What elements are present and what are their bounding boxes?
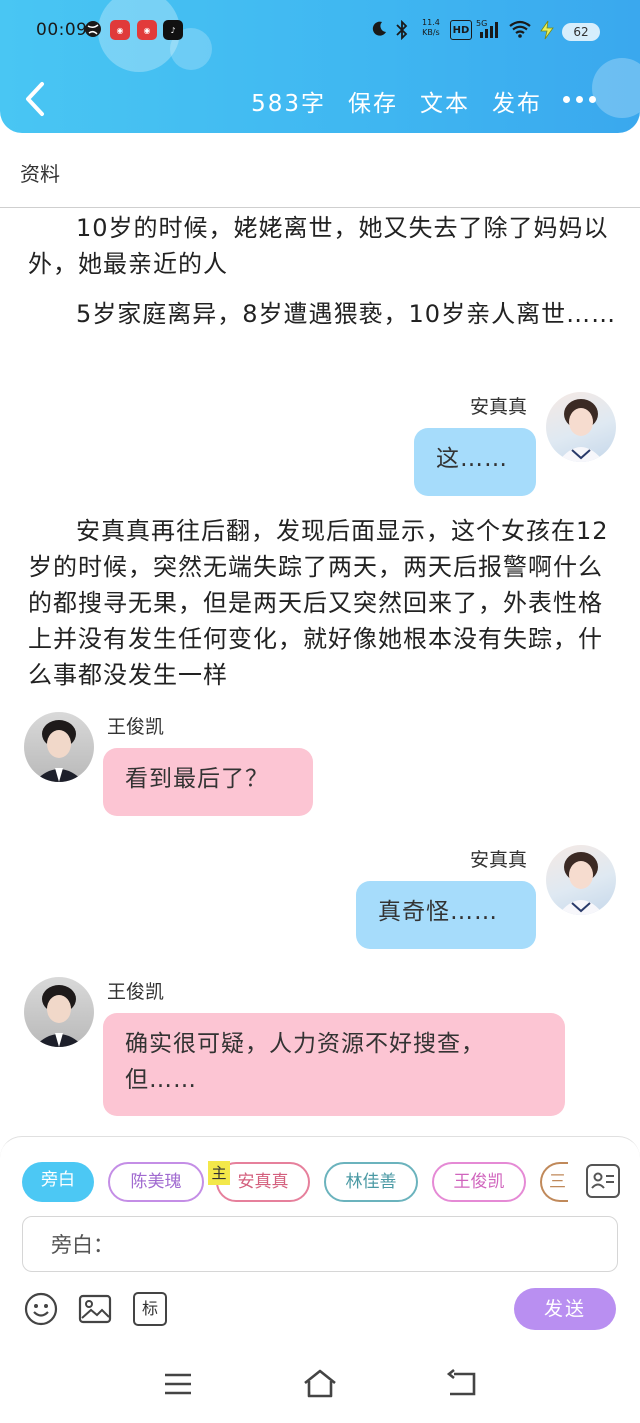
speaker-name: 安真真	[470, 396, 528, 418]
speaker-avatar[interactable]	[546, 845, 616, 915]
wifi-icon	[508, 20, 532, 38]
narration-text[interactable]: 5岁家庭离异，8岁遭遇猥亵，10岁亲人离世……	[28, 296, 618, 332]
editor-toolbar: 583字 保存 文本 发布	[251, 84, 542, 118]
home-icon[interactable]	[302, 1368, 338, 1400]
role-chip[interactable]: 安真真	[216, 1162, 310, 1202]
tag-button[interactable]: 标	[133, 1292, 167, 1326]
emoji-icon[interactable]	[24, 1292, 58, 1326]
main-character-tag: 主	[208, 1161, 230, 1185]
status-time: 00:09	[36, 20, 88, 40]
app-notification-icon: ◉	[137, 20, 157, 40]
app-notification-icon: ◉	[110, 20, 130, 40]
chat-bubble-right[interactable]: 这……	[414, 428, 536, 496]
bluetooth-icon	[394, 20, 410, 40]
divider	[0, 207, 640, 208]
chat-bubble-right[interactable]: 真奇怪……	[356, 881, 536, 949]
save-button[interactable]: 保存	[348, 84, 398, 118]
image-icon[interactable]	[78, 1292, 112, 1326]
role-list-icon[interactable]	[586, 1164, 620, 1198]
status-bar: 00:09 ◉ ◉ ♪ 11.4 KB/s HD 5G 62	[0, 14, 640, 50]
moon-icon	[370, 20, 388, 38]
speaker-avatar[interactable]	[24, 977, 94, 1047]
speaker-name: 王俊凯	[107, 716, 165, 738]
speaker-avatar[interactable]	[546, 392, 616, 462]
narration-text[interactable]: 安真真再往后翻，发现后面显示，这个女孩在12岁的时候，突然无端失踪了两天，两天后…	[28, 513, 618, 693]
message-input[interactable]	[22, 1216, 618, 1272]
battery-level: 62	[562, 23, 600, 41]
publish-button[interactable]: 发布	[492, 84, 542, 118]
cellular-signal-icon: 5G	[476, 18, 504, 40]
network-speed: 11.4 KB/s	[422, 18, 440, 38]
chat-bubble-left[interactable]: 确实很可疑，人力资源不好搜查，但……	[103, 1013, 565, 1116]
word-count: 583字	[251, 91, 326, 117]
menu-icon[interactable]	[162, 1368, 198, 1400]
network-speed-unit: KB/s	[422, 28, 440, 37]
send-button[interactable]: 发送	[514, 1288, 616, 1330]
role-chip-narration[interactable]: 旁白	[22, 1162, 94, 1202]
vpn-globe-icon	[84, 20, 102, 38]
more-options-button[interactable]	[563, 96, 596, 103]
chat-bubble-left[interactable]: 看到最后了？	[103, 748, 313, 816]
role-chip[interactable]: 陈美瑰	[108, 1162, 204, 1202]
charging-icon	[538, 20, 556, 40]
app-header: 00:09 ◉ ◉ ♪ 11.4 KB/s HD 5G 62 583字 保存 文…	[0, 0, 640, 133]
svg-text:5G: 5G	[476, 19, 487, 28]
speaker-avatar[interactable]	[24, 712, 94, 782]
network-speed-value: 11.4	[422, 18, 440, 27]
header-decoration	[592, 58, 640, 118]
profile-section-label[interactable]: 资料	[20, 158, 60, 187]
narration-text[interactable]: 10岁的时候，姥姥离世，她又失去了除了妈妈以外，她最亲近的人	[28, 210, 618, 282]
tiktok-icon: ♪	[163, 20, 183, 40]
role-chip[interactable]: 林佳善	[324, 1162, 418, 1202]
role-chip[interactable]: 王俊凯	[432, 1162, 526, 1202]
speaker-name: 王俊凯	[107, 981, 165, 1003]
back-button[interactable]	[20, 80, 50, 118]
hd-icon: HD	[450, 20, 472, 40]
text-mode-button[interactable]: 文本	[420, 84, 470, 118]
back-nav-icon[interactable]	[446, 1368, 482, 1400]
speaker-name: 安真真	[470, 849, 528, 871]
